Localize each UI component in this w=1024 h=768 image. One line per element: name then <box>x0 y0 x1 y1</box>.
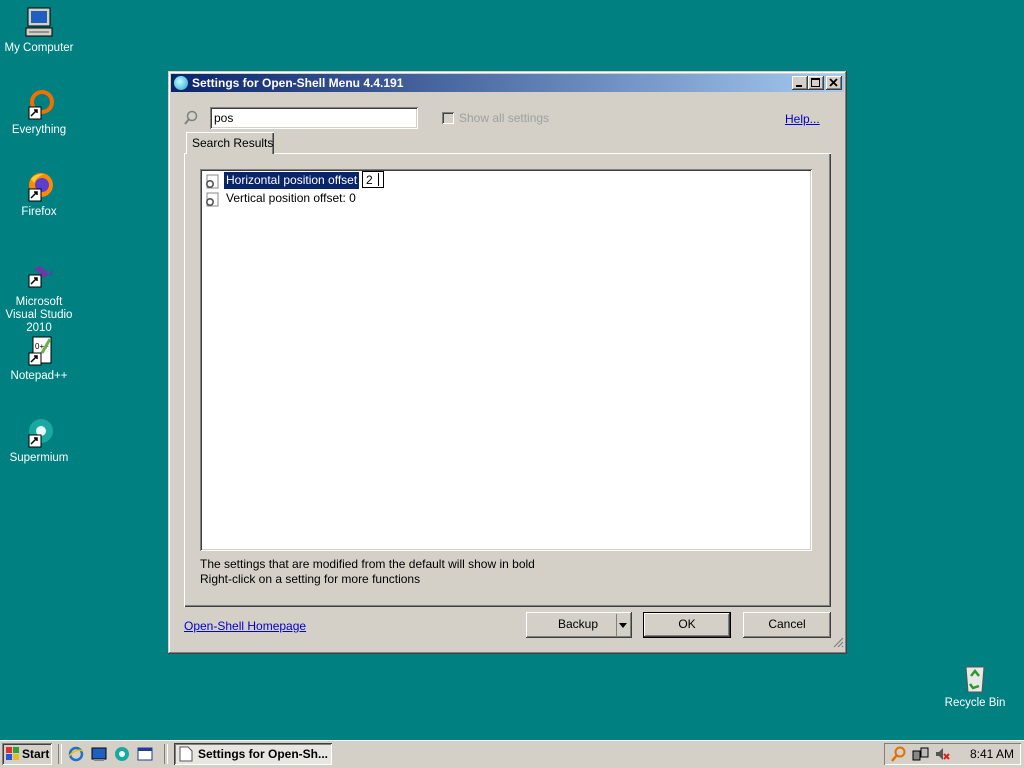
help-link[interactable]: Help... <box>785 112 820 126</box>
settings-tree[interactable]: Horizontal position offset 2 Vertical po… <box>200 169 812 551</box>
desktop-icon-label: Everything <box>11 124 67 136</box>
network-icon[interactable] <box>912 746 930 765</box>
text-caret <box>377 173 379 186</box>
tree-item[interactable]: Vertical position offset: 0 <box>204 190 604 208</box>
minimize-icon <box>796 85 802 87</box>
gear-icon <box>204 191 220 210</box>
hint-text-bold: The settings that are modified from the … <box>200 557 535 571</box>
task-label: Settings for Open-Sh... <box>198 747 329 761</box>
desktop-icon-label: Microsoft Visual Studio 2010 <box>5 296 73 334</box>
visual-studio-icon <box>22 261 56 293</box>
backup-label: Backup <box>557 617 599 631</box>
ok-label: OK <box>678 617 696 631</box>
tab-search-results[interactable]: Search Results <box>186 132 274 154</box>
homepage-link[interactable]: Open-Shell Homepage <box>184 619 306 633</box>
taskbar-divider <box>58 744 62 764</box>
tree-item[interactable]: Horizontal position offset 2 <box>204 171 604 190</box>
volume-muted-icon[interactable] <box>934 746 950 765</box>
title-bar[interactable]: Settings for Open-Shell Menu 4.4.191 <box>171 74 844 92</box>
tree-item-label: Horizontal position offset <box>224 172 360 189</box>
clock[interactable]: 8:41 AM <box>970 747 1014 761</box>
maximize-icon <box>811 78 820 87</box>
desktop-icon-label: My Computer <box>4 42 74 54</box>
hint-text-right-click: Right-click on a setting for more functi… <box>200 572 421 586</box>
taskbar-divider <box>164 744 168 764</box>
supermium-icon <box>22 417 56 449</box>
system-tray: 8:41 AM <box>884 743 1021 765</box>
start-label: Start <box>22 747 50 761</box>
desktop-icon-label: Supermium <box>9 452 69 464</box>
offset-edit-value: 2 <box>366 173 373 187</box>
desktop-icon-my-computer[interactable]: My Computer <box>0 7 78 55</box>
desktop-icon-firefox[interactable]: Firefox <box>0 171 78 219</box>
recycle-bin-icon <box>958 662 992 694</box>
search-input[interactable] <box>210 107 418 129</box>
desktop-icon-label: Firefox <box>21 206 57 218</box>
resize-grip-icon[interactable] <box>832 636 844 651</box>
dropdown-arrow-icon <box>616 614 629 636</box>
windows-logo-icon <box>6 747 20 764</box>
explorer-icon[interactable] <box>137 746 153 765</box>
backup-button[interactable]: Backup <box>526 612 632 638</box>
show-all-label[interactable]: Show all settings <box>459 111 549 125</box>
desktop-icon-label: Recycle Bin <box>944 697 1006 709</box>
document-icon <box>179 746 193 765</box>
start-button[interactable]: Start <box>2 743 52 765</box>
close-button[interactable] <box>826 76 842 90</box>
ie-icon[interactable] <box>68 746 84 765</box>
desktop-icon-recycle-bin[interactable]: Recycle Bin <box>936 662 1014 710</box>
tab-panel: Horizontal position offset 2 Vertical po… <box>184 153 831 607</box>
notepad-plus-plus-icon: 0++ <box>22 335 56 367</box>
settings-window: Settings for Open-Shell Menu 4.4.191 Sho… <box>168 71 847 654</box>
search-tray-icon[interactable] <box>891 746 907 765</box>
close-icon <box>829 78 838 87</box>
desktop-icon-visual-studio[interactable]: Microsoft Visual Studio 2010 <box>0 261 78 335</box>
supermium-quicklaunch-icon[interactable] <box>114 746 130 765</box>
show-desktop-icon[interactable] <box>91 746 107 765</box>
window-title: Settings for Open-Shell Menu 4.4.191 <box>192 76 404 90</box>
show-all-checkbox[interactable] <box>442 112 454 124</box>
everything-icon <box>22 89 56 121</box>
open-shell-icon <box>174 76 188 90</box>
desktop-icon-notepad-plus-plus[interactable]: 0++ Notepad++ <box>0 335 78 383</box>
minimize-button[interactable] <box>792 76 808 90</box>
desktop-icon-label: Notepad++ <box>10 370 68 382</box>
computer-icon <box>22 7 56 39</box>
taskbar-task-settings[interactable]: Settings for Open-Sh... <box>174 743 332 765</box>
tab-label: Search Results <box>192 136 274 150</box>
tree-item-label: Vertical position offset: 0 <box>226 191 356 205</box>
ok-button[interactable]: OK <box>643 612 731 638</box>
cancel-label: Cancel <box>768 617 806 631</box>
firefox-icon <box>22 171 56 203</box>
desktop-icon-supermium[interactable]: Supermium <box>0 417 78 465</box>
desktop-icon-everything[interactable]: Everything <box>0 89 78 137</box>
taskbar: Start Settings for Open-Sh... 8:41 AM <box>0 740 1024 768</box>
search-icon <box>183 110 199 129</box>
offset-edit-field[interactable]: 2 <box>362 171 384 188</box>
maximize-button[interactable] <box>808 76 824 90</box>
cancel-button[interactable]: Cancel <box>743 612 831 638</box>
